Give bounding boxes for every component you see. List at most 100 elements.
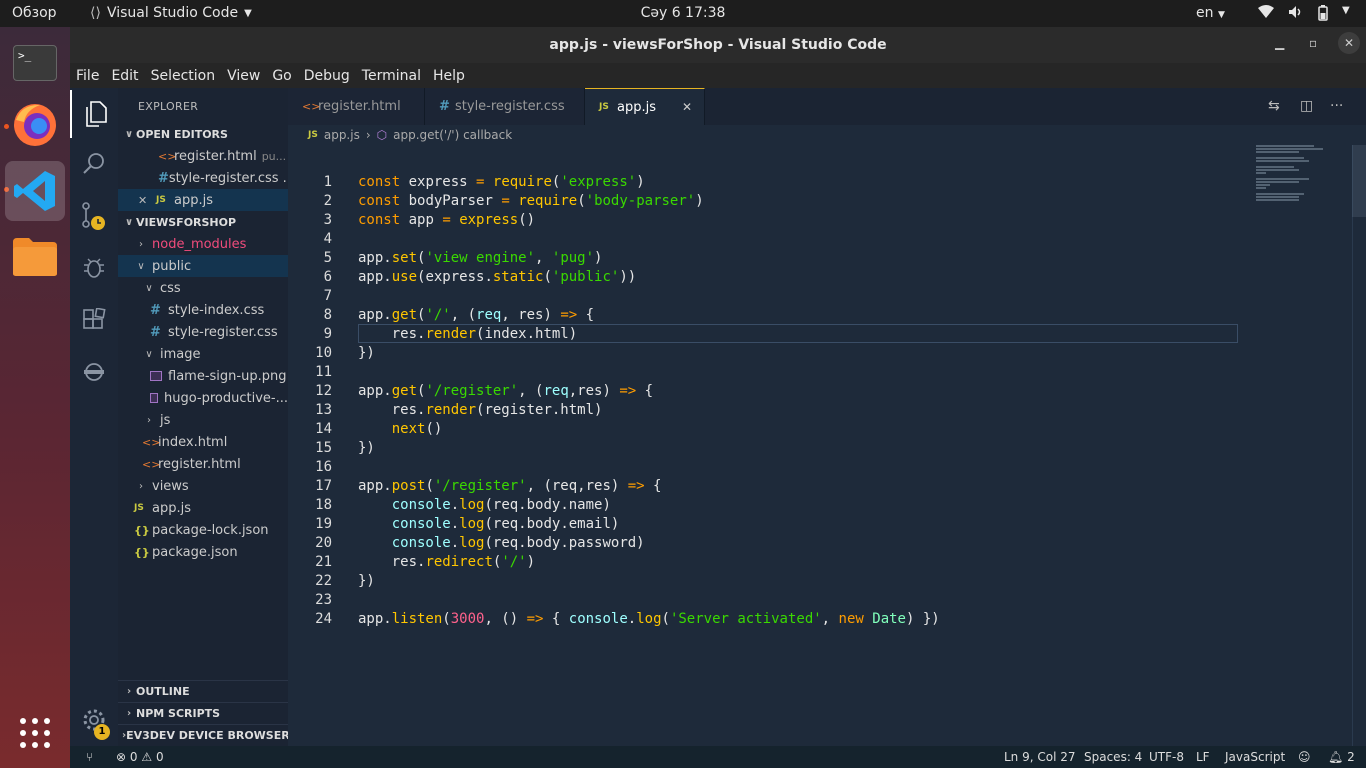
git-branch-status[interactable]: ⑂ bbox=[86, 750, 93, 764]
activity-manage[interactable]: 1 bbox=[70, 696, 118, 744]
tree-file[interactable]: hugo-productive-... bbox=[118, 387, 288, 409]
tree-file[interactable]: JS app.js bbox=[118, 497, 288, 519]
tree-folder[interactable]: ∨ public bbox=[118, 255, 288, 277]
tab-style-register-css[interactable]: # style-register.css bbox=[425, 88, 585, 125]
notification-count: 2 bbox=[1347, 750, 1355, 764]
clock[interactable]: Сәу 6 17:38 bbox=[0, 5, 1366, 21]
tree-folder[interactable]: › views bbox=[118, 475, 288, 497]
tree-file[interactable]: <> register.html bbox=[118, 453, 288, 475]
chevron-down-icon: ∨ bbox=[124, 128, 134, 140]
system-tray[interactable]: ▼ bbox=[1258, 5, 1350, 25]
close-editor-icon[interactable]: ✕ bbox=[138, 194, 156, 207]
js-file-icon: JS bbox=[308, 130, 318, 140]
panel-label: OUTLINE bbox=[136, 685, 190, 698]
html-file-icon: <> bbox=[158, 149, 177, 163]
npm-scripts-panel-header[interactable]: › NPM SCRIPTS bbox=[118, 702, 288, 724]
close-tab-icon[interactable]: ✕ bbox=[682, 100, 692, 114]
status-bar: ⑂ ⊗ 0 ⚠ 0 Ln 9, Col 27 Spaces: 4 UTF-8 L… bbox=[70, 746, 1366, 768]
menu-debug[interactable]: Debug bbox=[304, 68, 350, 84]
tree-file[interactable]: <> index.html bbox=[118, 431, 288, 453]
open-editors-label: OPEN EDITORS bbox=[136, 127, 228, 141]
tree-folder[interactable]: ∨ image bbox=[118, 343, 288, 365]
tree-file[interactable]: {} package-lock.json bbox=[118, 519, 288, 541]
breadcrumb: JS app.js › ⬡ app.get('/') callback bbox=[288, 125, 1366, 145]
minimize-button[interactable]: ▁ bbox=[1275, 36, 1284, 50]
files-icon bbox=[86, 101, 107, 127]
vscode-icon bbox=[14, 171, 55, 211]
activity-explorer[interactable] bbox=[70, 90, 118, 138]
code-line: console.log(req.body.password) bbox=[391, 535, 645, 551]
tree-label: flame-sign-up.png bbox=[168, 368, 287, 384]
encoding-status[interactable]: UTF-8 bbox=[1149, 750, 1184, 764]
html-file-icon: <> bbox=[142, 457, 161, 471]
outline-panel-header[interactable]: › OUTLINE bbox=[118, 680, 288, 702]
line-number: 18 bbox=[315, 497, 332, 513]
indentation-status[interactable]: Spaces: 4 bbox=[1084, 750, 1142, 764]
input-language-indicator[interactable]: en ▼ bbox=[1196, 5, 1225, 21]
line-number: 6 bbox=[323, 269, 332, 285]
js-file-icon: JS bbox=[599, 102, 609, 112]
tree-folder[interactable]: › node_modules bbox=[118, 233, 288, 255]
dock-firefox[interactable] bbox=[5, 95, 65, 155]
cursor-position[interactable]: Ln 9, Col 27 bbox=[1004, 750, 1076, 764]
project-header[interactable]: ∨ VIEWSFORSHOP bbox=[118, 211, 288, 233]
chevron-down-icon: ∨ bbox=[137, 260, 145, 272]
code-editor[interactable]: 1 2 3 4 5 6 7 8 9 10 11 12 13 14 15 16 17 18 19 20 21 22 23 24 … bbox=[288, 145, 1366, 746]
maximize-button[interactable]: ▫ bbox=[1309, 36, 1317, 50]
tree-file[interactable]: flame-sign-up.png bbox=[118, 365, 288, 387]
eol-status[interactable]: LF bbox=[1196, 750, 1210, 764]
close-window-button[interactable]: ✕ bbox=[1338, 32, 1360, 54]
tree-label: package-lock.json bbox=[152, 522, 269, 538]
tree-folder[interactable]: › js bbox=[118, 409, 288, 431]
open-editor-item-active[interactable]: ✕ JS app.js bbox=[118, 189, 288, 211]
dock-terminal[interactable]: >_ bbox=[5, 33, 65, 93]
open-editors-header[interactable]: ∨ OPEN EDITORS bbox=[118, 123, 288, 145]
menu-help[interactable]: Help bbox=[433, 68, 465, 84]
menu-view[interactable]: View bbox=[227, 68, 260, 84]
minimap[interactable] bbox=[1256, 145, 1352, 205]
dock-files[interactable] bbox=[5, 227, 65, 287]
split-editor-button[interactable]: ◫ bbox=[1300, 98, 1313, 114]
tree-file[interactable]: # style-index.css bbox=[118, 299, 288, 321]
menu-go[interactable]: Go bbox=[272, 68, 291, 84]
activity-ev3dev[interactable] bbox=[70, 348, 118, 396]
tab-app-js[interactable]: JS app.js ✕ bbox=[585, 88, 705, 125]
open-editor-item[interactable]: # style-register.css ... bbox=[118, 167, 288, 189]
line-number: 14 bbox=[315, 421, 332, 437]
line-number: 10 bbox=[315, 345, 332, 361]
breadcrumb-symbol[interactable]: app.get('/') callback bbox=[393, 128, 512, 142]
activity-debug[interactable] bbox=[70, 244, 118, 292]
tree-file[interactable]: # style-register.css bbox=[118, 321, 288, 343]
split-editor-icon: ◫ bbox=[1300, 98, 1314, 114]
window-title: app.js - viewsForShop - Visual Studio Co… bbox=[549, 37, 887, 53]
activity-extensions[interactable] bbox=[70, 296, 118, 344]
show-applications[interactable] bbox=[5, 703, 65, 763]
tab-register-html[interactable]: <> register.html bbox=[288, 88, 425, 125]
tree-file[interactable]: {} package.json bbox=[118, 541, 288, 563]
menu-file[interactable]: File bbox=[76, 68, 99, 84]
css-file-icon: # bbox=[439, 99, 450, 114]
method-icon: ⬡ bbox=[376, 128, 388, 142]
system-top-bar: Обзор ⟨⟩ Visual Studio Code ▼ Сәу 6 17:3… bbox=[0, 0, 1366, 27]
editor-scrollbar[interactable] bbox=[1352, 145, 1366, 746]
tree-folder[interactable]: ∨ css bbox=[118, 277, 288, 299]
more-actions-button[interactable]: ··· bbox=[1330, 98, 1343, 114]
menu-edit[interactable]: Edit bbox=[111, 68, 138, 84]
activity-search[interactable] bbox=[70, 140, 118, 188]
dock-vscode[interactable] bbox=[5, 161, 65, 221]
code-line: res.render(register.html) bbox=[358, 402, 603, 418]
ev3dev-panel-header[interactable]: › EV3DEV DEVICE BROWSER bbox=[118, 724, 288, 746]
open-changes-button[interactable]: ⇆ bbox=[1268, 98, 1280, 114]
problems-status[interactable]: ⊗ 0 ⚠ 0 bbox=[116, 750, 164, 764]
feedback-button[interactable]: ☺ bbox=[1298, 750, 1311, 764]
scrollbar-thumb[interactable] bbox=[1352, 145, 1366, 217]
language-mode[interactable]: JavaScript bbox=[1225, 750, 1285, 764]
notifications-button[interactable]: 🔔︎ 2 bbox=[1328, 750, 1355, 764]
code-line: const app = express() bbox=[358, 212, 536, 228]
menu-selection[interactable]: Selection bbox=[151, 68, 216, 84]
activity-source-control[interactable] bbox=[70, 192, 118, 240]
open-editor-item[interactable]: <> register.html pu... bbox=[118, 145, 288, 167]
menu-terminal[interactable]: Terminal bbox=[362, 68, 421, 84]
app-grid-icon bbox=[20, 718, 50, 748]
breadcrumb-file[interactable]: app.js bbox=[324, 128, 360, 142]
